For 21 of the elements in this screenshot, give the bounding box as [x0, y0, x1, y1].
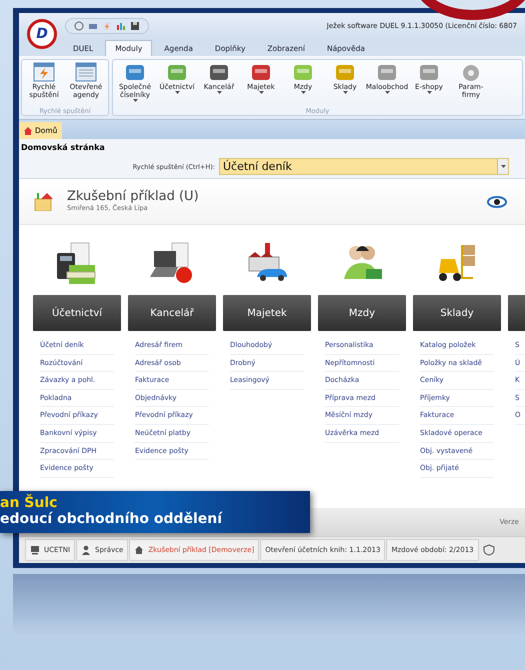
- caption-role: edoucí obchodního oddělení: [0, 511, 224, 527]
- module-button[interactable]: Účetnictví: [33, 295, 121, 331]
- quick-launch-combo[interactable]: Účetní deník: [219, 158, 509, 175]
- lightning-window-icon: [32, 61, 56, 83]
- module-button[interactable]: Majetek: [223, 295, 311, 331]
- company-name: Zkušební příklad (U): [67, 189, 199, 204]
- caret-icon[interactable]: [500, 165, 506, 168]
- chart-icon[interactable]: [116, 21, 126, 31]
- person-icon: [81, 545, 92, 555]
- house-icon: [134, 545, 144, 555]
- computer-icon: [30, 545, 40, 555]
- caption-name: an Šulc: [0, 495, 58, 511]
- folder-house-icon: [33, 190, 55, 210]
- window-icon: [74, 61, 98, 83]
- save-icon[interactable]: [130, 21, 140, 31]
- module-button[interactable]: Mzdy: [318, 295, 406, 331]
- shield-icon: [482, 544, 495, 556]
- module-button[interactable]: Kancelář: [128, 295, 216, 331]
- module-button[interactable]: Sklady: [413, 295, 501, 331]
- page-heading: Domovská stránka: [19, 139, 525, 156]
- home-icon: [24, 126, 32, 134]
